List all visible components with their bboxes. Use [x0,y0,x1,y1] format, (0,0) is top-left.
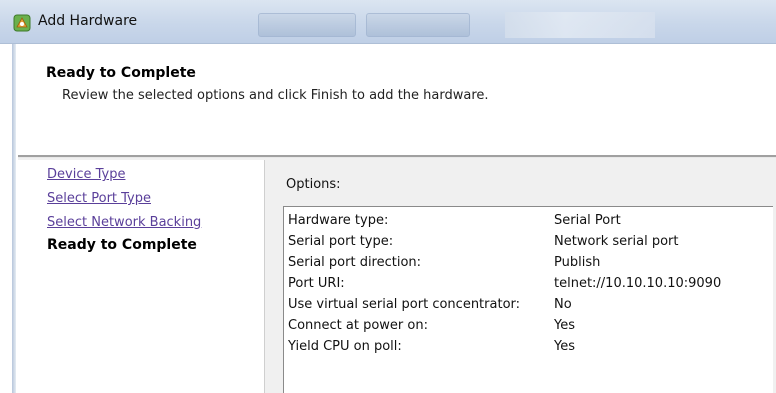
wizard-header: Ready to Complete Review the selected op… [18,44,776,156]
option-row-serial-port-type: Serial port type: Network serial port [284,234,774,252]
add-hardware-window: Add Hardware Ready to Complete Review th… [0,0,776,393]
background-toolbar-strip [505,12,655,38]
option-value: Yes [554,339,575,354]
option-value: Publish [554,255,601,270]
options-summary-box[interactable]: Hardware type: Serial Port Serial port t… [283,206,773,393]
option-row-port-uri: Port URI: telnet://10.10.10.10:9090 [284,276,774,294]
option-row-serial-port-direction: Serial port direction: Publish [284,255,774,273]
option-key: Use virtual serial port concentrator: [288,297,521,312]
background-toolbar-button [366,13,470,37]
option-value: No [554,297,572,312]
options-label: Options: [286,177,341,192]
option-key: Connect at power on: [288,318,428,333]
nav-step-select-port-type[interactable]: Select Port Type [47,191,151,206]
option-row-connect-at-power-on: Connect at power on: Yes [284,318,774,336]
option-key: Serial port direction: [288,255,422,270]
window-title: Add Hardware [38,13,138,29]
page-subtitle: Review the selected options and click Fi… [62,88,489,103]
option-value: Network serial port [554,234,679,249]
nav-step-select-network-backing[interactable]: Select Network Backing [47,215,201,230]
option-row-use-concentrator: Use virtual serial port concentrator: No [284,297,774,315]
option-value: Serial Port [554,213,621,228]
option-value: Yes [554,318,575,333]
option-row-yield-cpu: Yield CPU on poll: Yes [284,339,774,357]
vsphere-hardware-icon [13,14,31,32]
option-row-hardware-type: Hardware type: Serial Port [284,213,774,231]
title-bar[interactable]: Add Hardware [0,0,776,44]
option-key: Hardware type: [288,213,389,228]
wizard-step-nav: Device Type Select Port Type Select Netw… [18,160,265,393]
nav-step-ready-to-complete: Ready to Complete [47,237,197,253]
option-value: telnet://10.10.10.10:9090 [554,276,722,291]
page-title: Ready to Complete [46,65,196,81]
window-left-frame [12,44,16,393]
background-toolbar-button [258,13,356,37]
option-key: Port URI: [288,276,345,291]
nav-step-device-type[interactable]: Device Type [47,167,125,182]
option-key: Serial port type: [288,234,394,249]
option-key: Yield CPU on poll: [288,339,402,354]
